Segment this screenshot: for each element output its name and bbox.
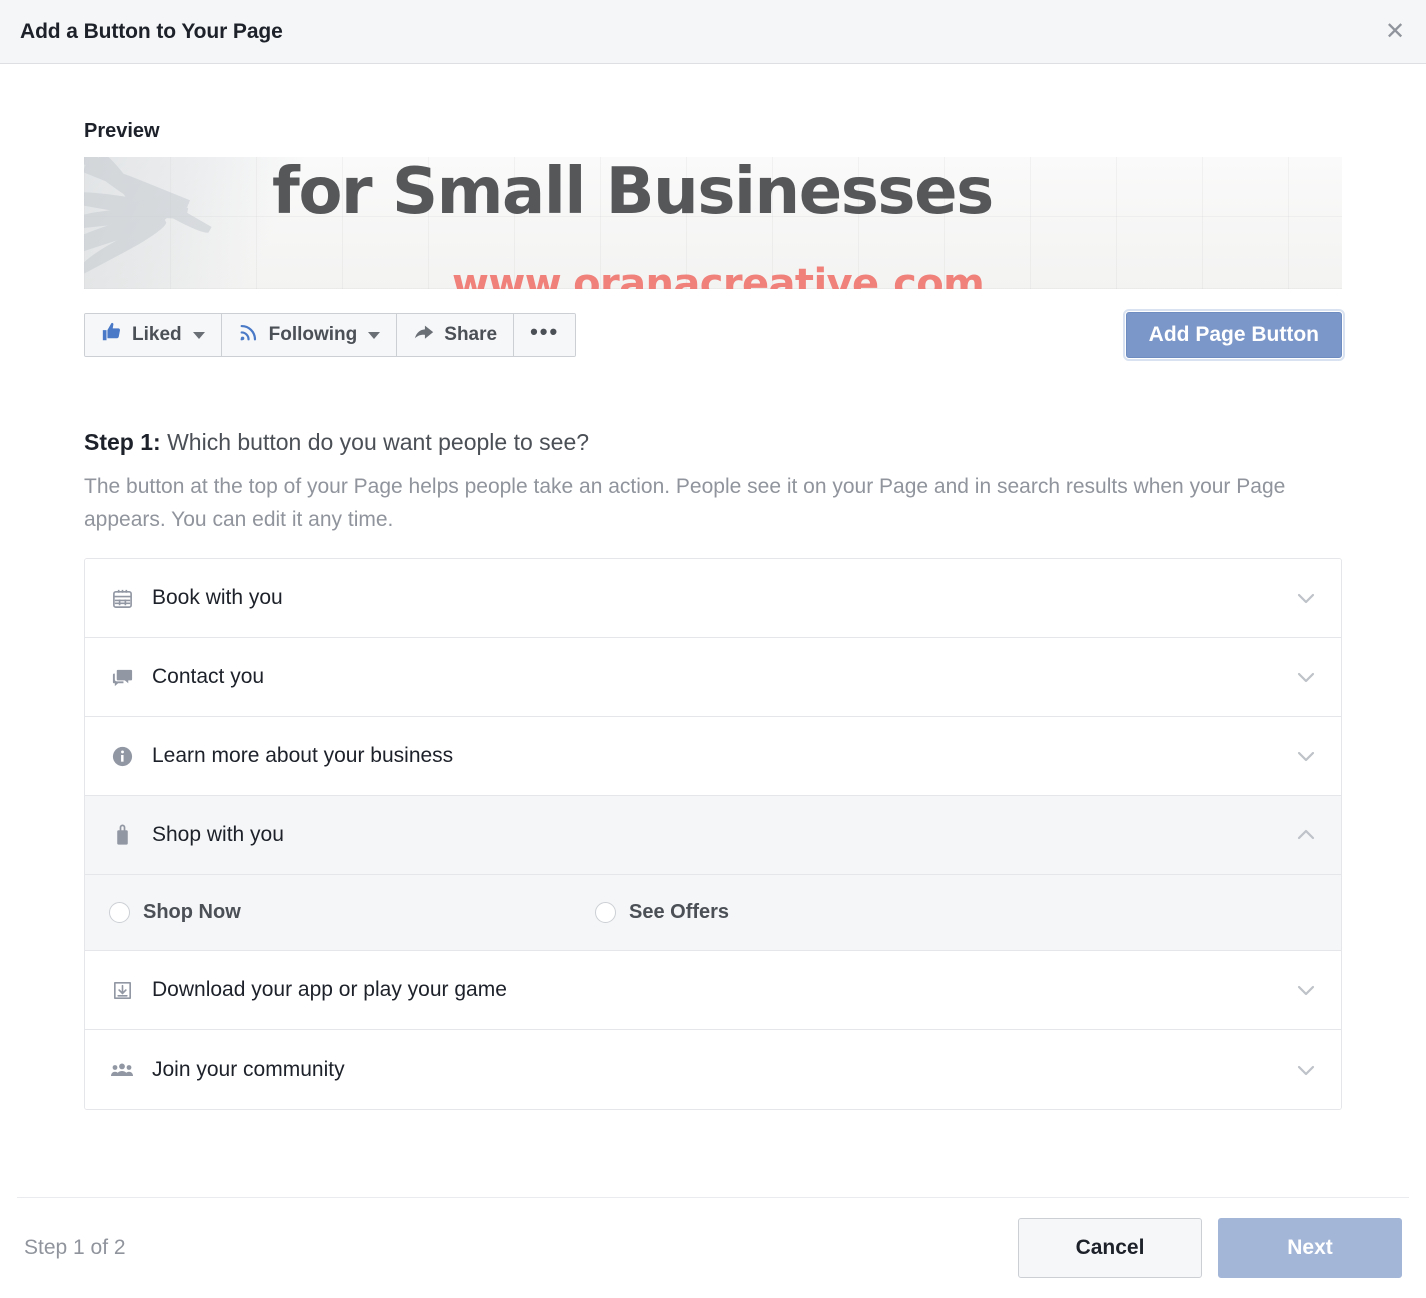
close-icon[interactable]: ✕: [1378, 15, 1412, 49]
speech-bubbles-icon: [109, 664, 135, 690]
liked-button-label: Liked: [132, 324, 182, 346]
shopping-bag-icon: [109, 822, 135, 848]
footer-actions: Cancel Next: [1018, 1218, 1402, 1278]
radio-option-see-offers[interactable]: See Offers: [595, 901, 729, 924]
shop-choices-row: Shop Now See Offers: [85, 875, 1341, 951]
dialog-body: Preview for Small Businesses www.oranacr…: [0, 64, 1426, 1197]
option-label: Book with you: [152, 586, 1293, 610]
chevron-down-icon[interactable]: [1293, 1057, 1319, 1083]
option-label: Shop with you: [152, 823, 1293, 847]
following-button[interactable]: Following: [222, 314, 398, 356]
option-label: Contact you: [152, 665, 1293, 689]
step-description: The button at the top of your Page helps…: [84, 470, 1324, 536]
rss-icon: [238, 321, 260, 349]
step-counter: Step 1 of 2: [24, 1236, 126, 1260]
info-circle-icon: [109, 743, 135, 769]
following-button-label: Following: [269, 324, 358, 346]
radio-circle-icon[interactable]: [595, 902, 616, 923]
thumbs-up-icon: [101, 321, 123, 349]
next-button[interactable]: Next: [1218, 1218, 1402, 1278]
chevron-down-icon: [368, 332, 380, 339]
option-row-shop-with-you[interactable]: Shop with you: [85, 796, 1341, 875]
option-label: Learn more about your business: [152, 744, 1293, 768]
cancel-button[interactable]: Cancel: [1018, 1218, 1202, 1278]
share-button[interactable]: Share: [397, 314, 514, 356]
chevron-down-icon[interactable]: [1293, 977, 1319, 1003]
step-heading: Step 1: Which button do you want people …: [84, 429, 1406, 456]
palm-frond-decoration: [84, 157, 249, 289]
radio-option-label: Shop Now: [143, 901, 241, 924]
radio-option-shop-now[interactable]: Shop Now: [109, 901, 595, 924]
page-action-button-group: Liked Following: [84, 313, 576, 357]
page-title: Add a Button to Your Page: [20, 20, 283, 44]
chevron-down-icon[interactable]: [1293, 664, 1319, 690]
option-label: Join your community: [152, 1058, 1293, 1082]
calendar-icon: [109, 585, 135, 611]
people-group-icon: [109, 1057, 135, 1083]
option-row-join-community[interactable]: Join your community: [85, 1030, 1341, 1109]
dialog-footer: Step 1 of 2 Cancel Next: [17, 1197, 1409, 1298]
radio-circle-icon[interactable]: [109, 902, 130, 923]
option-label: Download your app or play your game: [152, 978, 1293, 1002]
share-button-label: Share: [444, 324, 497, 346]
radio-option-label: See Offers: [629, 901, 729, 924]
option-row-download-app[interactable]: Download your app or play your game: [85, 951, 1341, 1030]
option-row-contact-you[interactable]: Contact you: [85, 638, 1341, 717]
button-option-list: Book with you Contact you: [84, 558, 1342, 1110]
chevron-up-icon[interactable]: [1293, 822, 1319, 848]
cover-url-text: www.oranacreative.com: [452, 261, 984, 289]
step-heading-bold: Step 1:: [84, 429, 161, 455]
dialog-header: Add a Button to Your Page ✕: [0, 0, 1426, 64]
cover-headline-text: for Small Businesses: [272, 157, 993, 229]
page-cover-preview: for Small Businesses www.oranacreative.c…: [84, 157, 1342, 289]
option-row-learn-more[interactable]: Learn more about your business: [85, 717, 1341, 796]
ellipsis-icon: •••: [530, 326, 559, 345]
more-options-button[interactable]: •••: [514, 314, 575, 356]
liked-button[interactable]: Liked: [85, 314, 222, 356]
step-heading-rest: Which button do you want people to see?: [161, 429, 589, 455]
download-icon: [109, 977, 135, 1003]
add-page-button[interactable]: Add Page Button: [1126, 312, 1342, 358]
chevron-down-icon[interactable]: [1293, 743, 1319, 769]
preview-label: Preview: [84, 64, 1406, 143]
add-button-dialog: Add a Button to Your Page ✕ Preview for …: [0, 0, 1426, 1298]
chevron-down-icon: [193, 332, 205, 339]
option-row-book-with-you[interactable]: Book with you: [85, 559, 1341, 638]
share-arrow-icon: [413, 321, 435, 349]
page-actions-row: Liked Following: [84, 313, 1342, 357]
chevron-down-icon[interactable]: [1293, 585, 1319, 611]
